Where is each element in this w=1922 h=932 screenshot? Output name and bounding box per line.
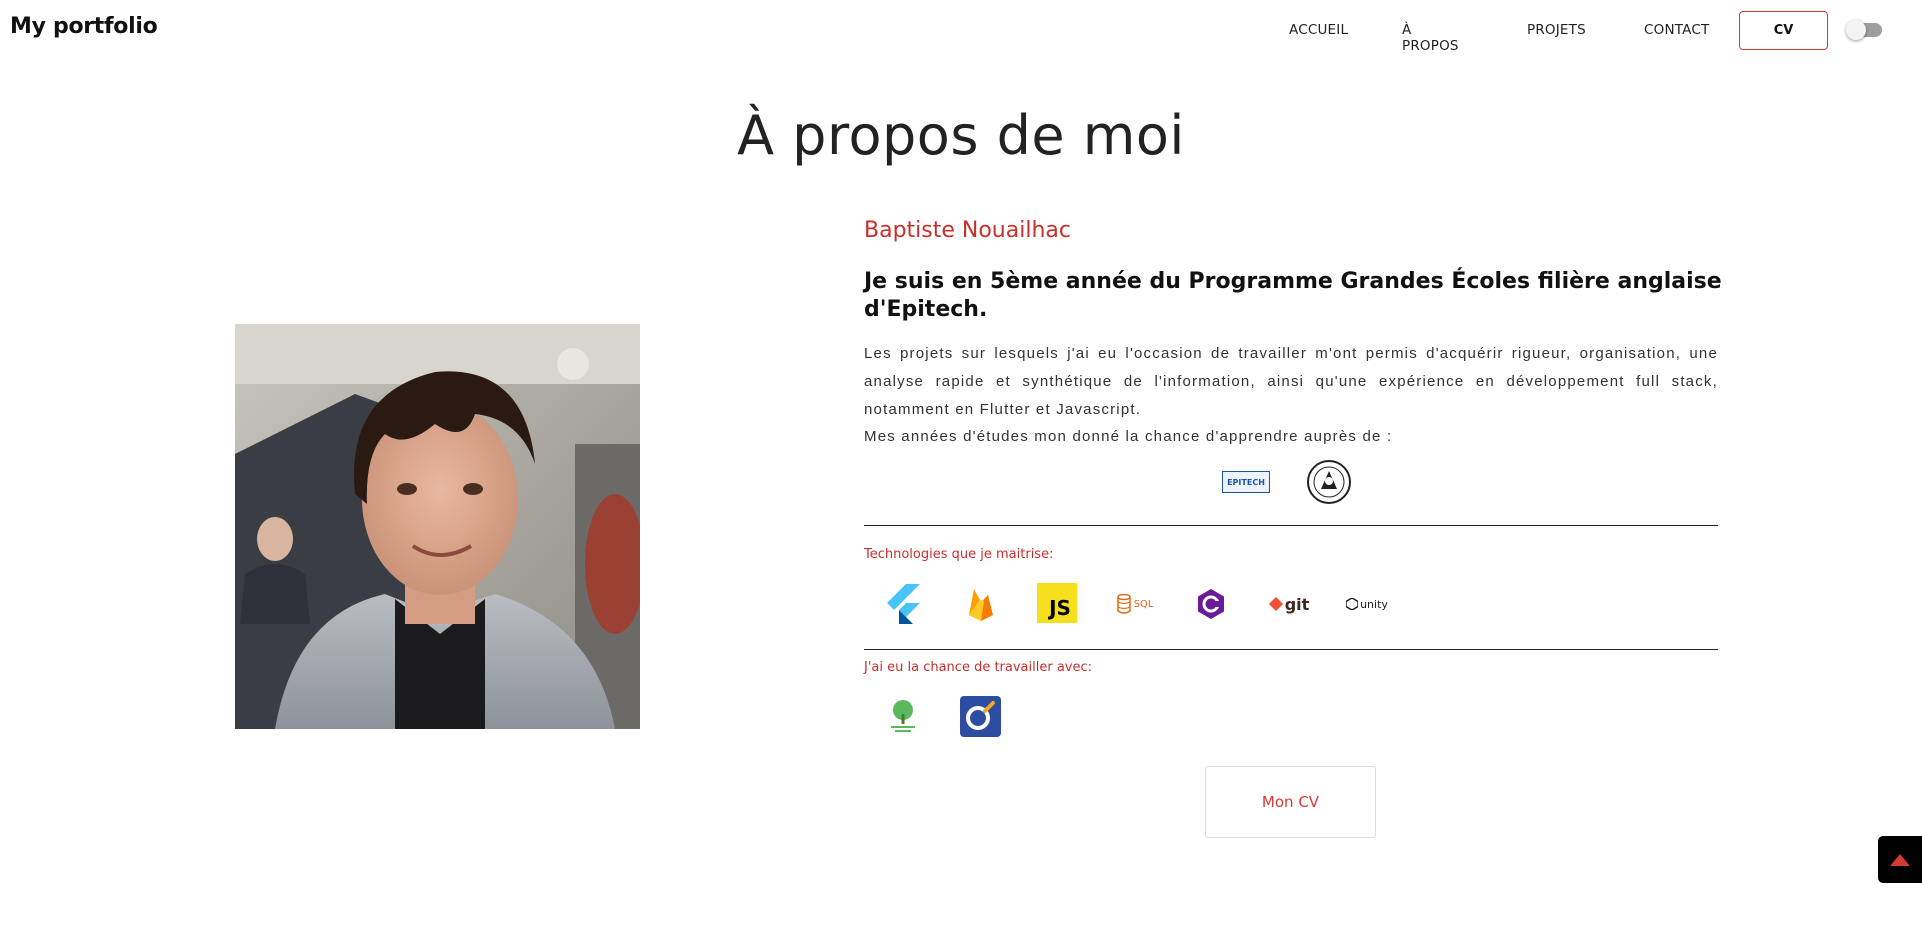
profile-photo: [235, 324, 640, 729]
headline: Je suis en 5ème année du Programme Grand…: [864, 269, 1722, 322]
git-icon: git: [1268, 583, 1310, 625]
tree-company-logo[interactable]: [882, 695, 924, 737]
orange-ring-company-logo[interactable]: [959, 695, 1001, 737]
firebase-icon: [960, 583, 1002, 625]
person-name: Baptiste Nouailhac: [864, 218, 1071, 243]
toggle-knob: [1846, 20, 1866, 40]
git-icon-label: git: [1284, 594, 1310, 614]
companies-label: J'ai eu la chance de travailler avec:: [864, 660, 1093, 675]
javascript-icon: JS: [1037, 583, 1077, 623]
navbar: My portfolio ACCUEIL À PROPOS PROJETS CO…: [0, 0, 1922, 62]
schools-intro: Mes années d'études mon donné la chance …: [864, 428, 1393, 445]
university-seal-logo[interactable]: [1306, 459, 1352, 505]
description: Les projets sur lesquels j'ai eu l'occas…: [864, 345, 1718, 418]
nav-link-accueil[interactable]: ACCUEIL: [1289, 22, 1348, 38]
technologies-label: Technologies que je maitrise:: [864, 547, 1054, 562]
unity-icon: unity: [1346, 583, 1388, 625]
nav-link-projets[interactable]: PROJETS: [1527, 22, 1586, 38]
epitech-logo[interactable]: EPITECH: [1222, 471, 1270, 493]
divider: [864, 649, 1718, 650]
sql-icon-label: SQL: [1133, 598, 1154, 610]
cv-button[interactable]: CV: [1739, 11, 1828, 50]
scroll-to-top-button[interactable]: [1878, 836, 1922, 883]
nav-link-contact[interactable]: CONTACT: [1644, 22, 1709, 38]
csharp-icon: [1190, 583, 1232, 625]
javascript-icon-label: JS: [1049, 596, 1071, 620]
divider: [864, 525, 1718, 526]
mon-cv-button[interactable]: Mon CV: [1205, 766, 1376, 838]
sql-icon: SQL: [1114, 583, 1156, 625]
brand-logo[interactable]: My portfolio: [10, 14, 158, 39]
arrow-up-icon: [1890, 853, 1910, 866]
nav-link-a-propos[interactable]: À PROPOS: [1402, 22, 1459, 54]
section-title: À propos de moi: [737, 104, 1185, 167]
flutter-icon: [882, 583, 924, 625]
portfolio-page: My portfolio ACCUEIL À PROPOS PROJETS CO…: [0, 0, 1922, 932]
unity-icon-label: unity: [1360, 597, 1388, 611]
theme-toggle[interactable]: [1846, 20, 1882, 40]
